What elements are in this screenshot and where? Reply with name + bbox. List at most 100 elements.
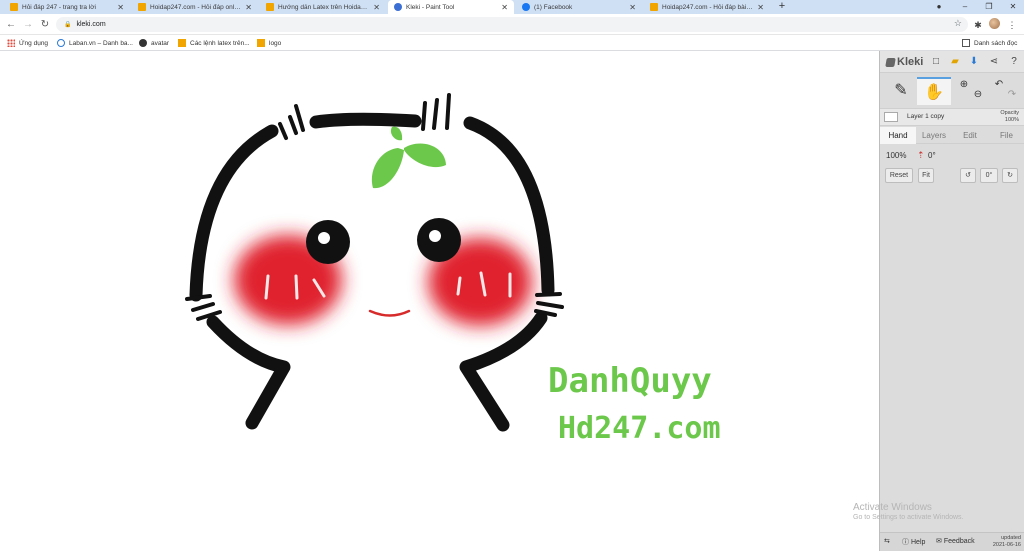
hoidap-favicon-icon: [650, 3, 658, 11]
browser-tab[interactable]: (1) Facebook ✕: [516, 0, 642, 14]
open-folder-icon[interactable]: ▰: [948, 55, 962, 69]
kleki-logo[interactable]: Kleki: [885, 56, 923, 68]
restore-icon[interactable]: ❐: [978, 0, 1000, 14]
signature-line-2: Hd247.com: [558, 411, 721, 446]
feedback-link[interactable]: ✉ Feedback: [936, 537, 975, 546]
close-tab-icon[interactable]: ✕: [373, 3, 380, 12]
layer-opacity: Opacity 100%: [1000, 110, 1019, 123]
bookmark-avatar[interactable]: avatar: [139, 37, 169, 49]
hoidap-icon: [257, 39, 265, 47]
undo-icon[interactable]: ↶: [993, 79, 1005, 91]
hoidap-favicon-icon: [266, 3, 274, 11]
hand-buttons: Reset Fit ↺ 0° ↻: [880, 168, 1024, 183]
eyes: [306, 218, 461, 264]
swap-icon[interactable]: ⇆: [884, 537, 890, 545]
back-icon[interactable]: ←: [4, 18, 18, 32]
rotation-value: 0°: [928, 151, 936, 160]
reload-icon[interactable]: ↻: [38, 18, 52, 32]
browser-tab-active[interactable]: Kleki - Paint Tool ✕: [388, 0, 514, 14]
tab-title: Hoidap247.com - Hỏi đáp online nhanh: [150, 3, 242, 11]
reset-button[interactable]: Reset: [885, 168, 913, 183]
hand-icon[interactable]: ✋: [917, 77, 951, 105]
avatar[interactable]: [989, 18, 1000, 29]
bookmark-laban[interactable]: Laban.vn – Danh ba...: [57, 37, 133, 49]
layer-name: Layer 1 copy: [907, 113, 945, 120]
url-input[interactable]: 🔒 kleki.com ☆: [56, 17, 968, 32]
canvas-drawing: DanhQuyy Hd247.com: [185, 93, 721, 446]
compass-icon: ⇡: [917, 150, 925, 160]
new-image-icon[interactable]: □: [929, 55, 943, 69]
tab-edit[interactable]: Edit: [952, 127, 988, 144]
close-tab-icon[interactable]: ✕: [117, 3, 124, 12]
reading-list[interactable]: Danh sách đọc: [962, 37, 1017, 49]
updated-info: updated 2021-06-16: [992, 535, 1021, 548]
share-icon[interactable]: ⋖: [987, 55, 1001, 69]
plus-icon[interactable]: +: [776, 0, 788, 14]
tab-title: (1) Facebook: [534, 3, 573, 11]
bookmark-apps[interactable]: Ứng dụng: [7, 37, 48, 49]
browser-tab[interactable]: Hướng dẫn Latex trên Hoidap247 ✕: [260, 0, 386, 14]
close-window-icon[interactable]: ✕: [1002, 0, 1024, 14]
browser-tab[interactable]: Hoidap247.com - Hỏi đáp online nhanh ✕: [132, 0, 258, 14]
tab-strip: Hỏi đáp 247 - trang tra lời ✕ Hoidap247.…: [0, 0, 1024, 14]
hoidap-favicon-icon: [138, 3, 146, 11]
brush-icon[interactable]: ✎: [884, 77, 918, 105]
angle-button[interactable]: 0°: [980, 168, 998, 183]
tab-title: Kleki - Paint Tool: [406, 3, 455, 11]
reading-list-icon: [962, 39, 970, 47]
mouth: [368, 309, 411, 317]
close-tab-icon[interactable]: ✕: [245, 3, 252, 12]
laban-icon: [57, 39, 65, 47]
signature-line-1: DanhQuyy: [548, 361, 712, 401]
layer-preview[interactable]: Layer 1 copy Opacity 100%: [880, 108, 1024, 126]
address-bar: ← → ↻ 🔒 kleki.com ☆ ✱ ⋮: [0, 14, 1024, 35]
layer-thumbnail: [884, 112, 898, 122]
fit-button[interactable]: Fit: [918, 168, 934, 183]
bookmark-latex[interactable]: Các lệnh latex trên...: [178, 37, 250, 49]
facebook-favicon-icon: [522, 3, 530, 11]
panel-header: Kleki □ ▰ ⬇ ⋖ ?: [880, 51, 1024, 73]
lock-icon: 🔒: [64, 22, 72, 28]
browser-tab[interactable]: Hỏi đáp 247 - trang tra lời ✕: [4, 0, 130, 14]
forward-icon[interactable]: →: [21, 18, 35, 32]
zoom-in-icon[interactable]: ⊕: [958, 79, 970, 91]
zoom-value: 100%: [886, 151, 907, 160]
extensions-puzzle-icon[interactable]: ✱: [971, 18, 985, 32]
kleki-side-panel: Kleki □ ▰ ⬇ ⋖ ? ✎ ✋ ⊕ ⊖ ↶ ↷ Layer 1 copy…: [879, 51, 1024, 551]
close-tab-icon[interactable]: ✕: [501, 3, 508, 12]
browser-tab[interactable]: Hoidap247.com - Hỏi đáp bài tập ✕: [644, 0, 770, 14]
hoidap-icon: [178, 39, 186, 47]
tab-title: Hướng dẫn Latex trên Hoidap247: [278, 3, 370, 11]
url-text: kleki.com: [76, 21, 106, 28]
hand-info: 100% ⇡ 0°: [880, 149, 1024, 163]
redo-icon[interactable]: ↷: [1006, 89, 1018, 101]
close-tab-icon[interactable]: ✕: [757, 3, 764, 12]
drawing-canvas[interactable]: DanhQuyy Hd247.com: [0, 51, 879, 551]
panel-tabs: Hand Layers Edit File: [880, 127, 1024, 144]
help-circle-icon[interactable]: ?: [1007, 55, 1021, 69]
tab-title: Hỏi đáp 247 - trang tra lời: [22, 3, 96, 11]
kleki-logo-icon: [885, 57, 896, 67]
minimize-icon[interactable]: –: [954, 0, 976, 14]
bookmarks-bar: Ứng dụng Laban.vn – Danh ba... avatar Cá…: [0, 35, 1024, 51]
zoom-out-icon[interactable]: ⊖: [972, 89, 984, 101]
avatar-site-icon: [139, 39, 147, 47]
close-tab-icon[interactable]: ✕: [629, 3, 636, 12]
rotate-right-icon[interactable]: ↻: [1002, 168, 1018, 183]
bookmark-star-icon[interactable]: ☆: [954, 18, 962, 29]
rotate-left-icon[interactable]: ↺: [960, 168, 976, 183]
hoidap-favicon-icon: [10, 3, 18, 11]
panel-footer: ⇆ ⓘ Help ✉ Feedback updated 2021-06-16: [880, 532, 1024, 551]
tab-title: Hoidap247.com - Hỏi đáp bài tập: [662, 3, 754, 11]
tab-file[interactable]: File: [988, 127, 1024, 144]
menu-kebab-icon[interactable]: ⋮: [1005, 18, 1019, 32]
apps-grid-icon: [7, 39, 15, 47]
tab-layers[interactable]: Layers: [916, 127, 952, 144]
profile-dot-icon[interactable]: ●: [928, 0, 950, 14]
download-icon[interactable]: ⬇: [967, 55, 981, 69]
leaf-sprout: [371, 126, 446, 189]
feedback-icon: ✉: [936, 538, 942, 545]
tab-hand[interactable]: Hand: [880, 127, 916, 144]
bookmark-logo[interactable]: logo: [257, 37, 281, 49]
help-link[interactable]: ⓘ Help: [902, 537, 925, 547]
